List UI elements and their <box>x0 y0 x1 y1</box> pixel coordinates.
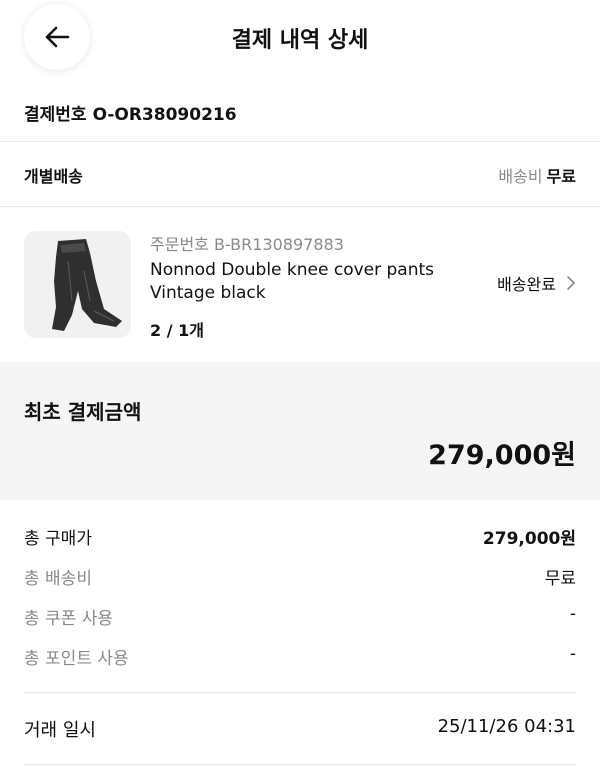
divider <box>24 764 576 765</box>
shipping-fee-label: 배송비 <box>498 167 543 186</box>
breakdown-row: 총 쿠폰 사용 - <box>24 604 576 629</box>
product-name[interactable]: Nonnod Double knee cover pants Vintage b… <box>150 259 450 305</box>
product-order-value: B-BR130897883 <box>213 235 344 254</box>
transaction-value: 25/11/26 04:31 <box>437 716 576 737</box>
breakdown-label: 총 쿠폰 사용 <box>24 609 114 629</box>
product-order-number: 주문번호 B-BR130897883 <box>150 231 344 255</box>
breakdown-value: 무료 <box>544 569 576 589</box>
delivery-status-link[interactable]: 배송완료 <box>497 271 576 295</box>
product-quantity: 2 / 1개 <box>150 321 204 340</box>
divider <box>24 692 576 693</box>
delivery-status-label: 배송완료 <box>497 275 556 294</box>
product-thumbnail[interactable] <box>24 231 131 338</box>
breakdown-row: 총 배송비 무료 <box>24 564 576 589</box>
payment-summary: 최초 결제금액 279,000원 <box>0 362 600 500</box>
shipping-row: 개별배송 배송비 무료 <box>0 142 600 206</box>
breakdown-row: 총 구매가 279,000원 <box>24 524 576 549</box>
payment-number-row: 결제번호 O-OR38090216 <box>24 100 243 125</box>
chevron-right-icon <box>566 275 576 291</box>
product-order-label: 주문번호 <box>150 235 209 254</box>
payment-number-label: 결제번호 <box>24 105 87 125</box>
header: 결제 내역 상세 <box>0 0 600 76</box>
shipping-fee-value: 무료 <box>546 167 576 186</box>
transaction-datetime-row: 거래 일시 25/11/26 04:31 <box>24 716 576 742</box>
breakdown-label: 총 구매가 <box>24 529 92 549</box>
breakdown-label: 총 배송비 <box>24 569 92 589</box>
transaction-label: 거래 일시 <box>24 720 96 741</box>
breakdown-value: - <box>569 644 576 664</box>
shipping-fee: 배송비 무료 <box>498 163 576 187</box>
breakdown-row: 총 포인트 사용 - <box>24 644 576 669</box>
product-item[interactable]: 주문번호 B-BR130897883 Nonnod Double knee co… <box>0 207 600 361</box>
pants-image <box>24 231 131 338</box>
breakdown-value: 279,000원 <box>482 529 576 549</box>
payment-number-value: O-OR38090216 <box>92 105 237 125</box>
breakdown-value: - <box>569 604 576 624</box>
shipping-type: 개별배송 <box>24 167 83 186</box>
breakdown-label: 총 포인트 사용 <box>24 649 129 669</box>
summary-label: 최초 결제금액 <box>24 400 142 424</box>
page-title: 결제 내역 상세 <box>231 28 369 53</box>
summary-amount: 279,000원 <box>428 440 576 471</box>
